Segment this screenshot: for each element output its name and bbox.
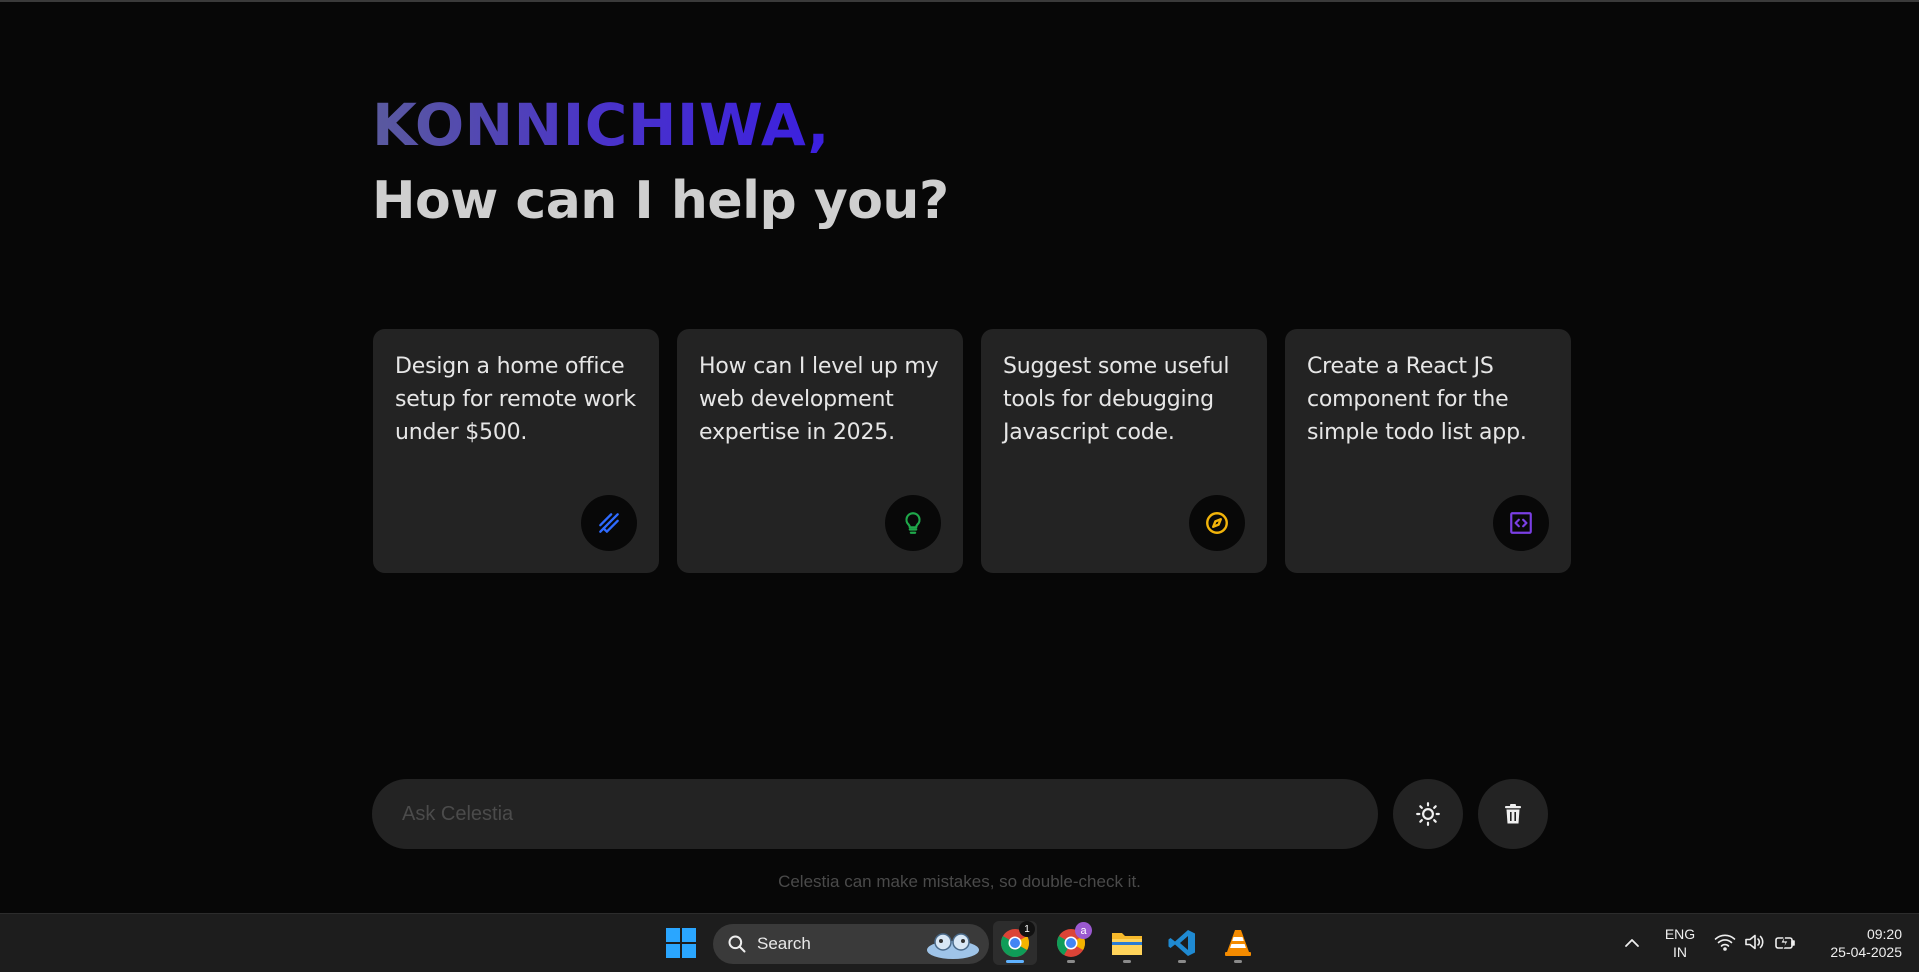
active-indicator xyxy=(1006,960,1024,963)
running-indicator xyxy=(1178,960,1186,963)
taskbar-vlc[interactable] xyxy=(1216,921,1260,965)
compass-icon xyxy=(1189,495,1245,551)
running-indicator xyxy=(1067,960,1075,963)
suggestion-text: Suggest some useful tools for debugging … xyxy=(1003,354,1230,445)
suggestion-card-web-dev[interactable]: How can I level up my web development ex… xyxy=(677,329,963,573)
taskbar-search[interactable]: Search xyxy=(713,924,989,964)
suggestion-text: Design a home office setup for remote wo… xyxy=(395,354,636,445)
vlc-icon xyxy=(1225,930,1251,956)
delete-chats-button[interactable] xyxy=(1478,779,1548,849)
clock-date: 25-04-2025 xyxy=(1830,944,1902,960)
start-button[interactable] xyxy=(659,921,703,965)
pen-ruler-icon xyxy=(581,495,637,551)
chrome-notification-badge: 1 xyxy=(1019,921,1035,937)
sun-icon xyxy=(1416,802,1440,826)
disclaimer-text: Celestia can make mistakes, so double-ch… xyxy=(778,872,1141,891)
clock[interactable]: 09:20 25-04-2025 xyxy=(1812,925,1902,961)
trash-icon xyxy=(1505,804,1521,824)
language-code: ENG xyxy=(1664,926,1696,942)
search-label: Search xyxy=(757,934,811,953)
folder-icon xyxy=(1112,933,1142,955)
region-code: IN xyxy=(1673,944,1687,960)
vscode-icon xyxy=(1168,930,1195,956)
running-indicator xyxy=(1234,960,1242,963)
taskbar-vscode[interactable] xyxy=(1160,921,1204,965)
profile-badge: a xyxy=(1075,922,1092,939)
search-highlight-icon xyxy=(927,933,979,959)
taskbar-chrome[interactable]: 1 xyxy=(993,921,1037,965)
battery-charging-icon xyxy=(1775,934,1795,950)
greeting-heading: KONNICHIWA, xyxy=(372,91,830,159)
language-indicator[interactable]: ENG IN xyxy=(1656,925,1704,961)
suggestion-text: Create a React JS component for the simp… xyxy=(1307,354,1527,445)
search-icon xyxy=(728,935,746,953)
suggestion-cards: Design a home office setup for remote wo… xyxy=(373,329,1571,573)
suggestion-card-react-todo[interactable]: Create a React JS component for the simp… xyxy=(1285,329,1571,573)
help-subtitle: How can I help you? xyxy=(372,171,949,231)
theme-toggle-button[interactable] xyxy=(1393,779,1463,849)
taskbar-file-explorer[interactable] xyxy=(1105,921,1149,965)
code-icon xyxy=(1493,495,1549,551)
wifi-icon xyxy=(1714,934,1736,951)
running-indicator xyxy=(1123,960,1131,963)
suggestion-card-debug-tools[interactable]: Suggest some useful tools for debugging … xyxy=(981,329,1267,573)
tray-status-icons[interactable] xyxy=(1714,933,1796,951)
clock-time: 09:20 xyxy=(1866,926,1902,942)
windows-logo-icon xyxy=(666,928,696,958)
taskbar-chrome-profile[interactable]: a xyxy=(1049,921,1093,965)
volume-icon xyxy=(1745,934,1764,950)
chevron-up-icon[interactable] xyxy=(1620,931,1644,955)
chat-app: KONNICHIWA, How can I help you? Design a… xyxy=(0,2,1919,913)
windows-taskbar: Search 1 a ENG IN 09:20 25-04-2025 xyxy=(0,913,1919,972)
ask-input[interactable] xyxy=(372,779,1378,849)
lightbulb-icon xyxy=(885,495,941,551)
suggestion-card-home-office[interactable]: Design a home office setup for remote wo… xyxy=(373,329,659,573)
suggestion-text: How can I level up my web development ex… xyxy=(699,354,939,445)
